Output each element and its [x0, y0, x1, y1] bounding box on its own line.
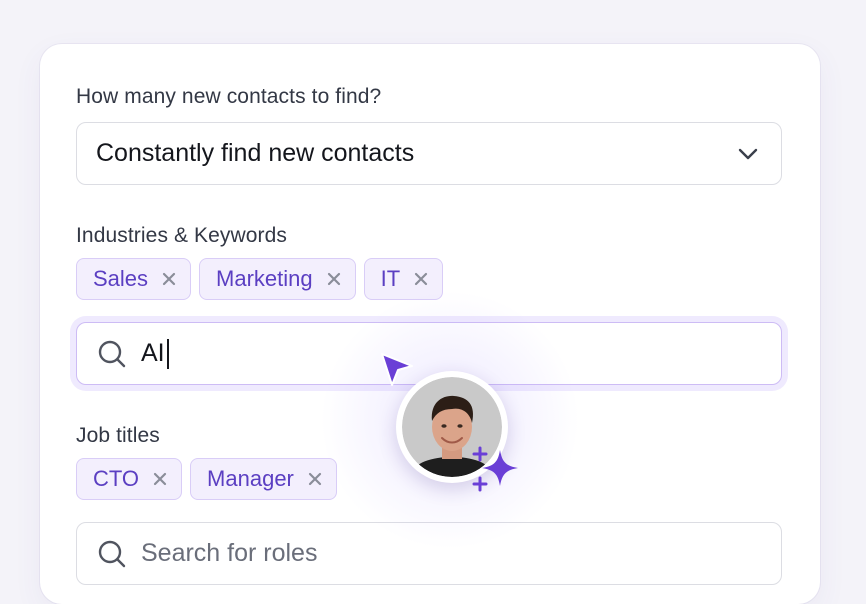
sparkle-icon [472, 446, 518, 492]
close-icon[interactable] [414, 272, 428, 286]
tag-label: CTO [93, 466, 140, 491]
industries-label: Industries & Keywords [76, 224, 288, 247]
contacts-count-select[interactable]: Constantly find new contacts [76, 122, 782, 185]
tag-label: Sales [93, 266, 149, 291]
close-icon[interactable] [153, 472, 167, 486]
contacts-count-select-value: Constantly find new contacts [96, 139, 415, 167]
tag-label: Manager [207, 466, 294, 491]
job-title-tag-list: CTO Manager [76, 458, 337, 500]
search-icon [98, 540, 126, 567]
roles-search-placeholder: Search for roles [141, 539, 318, 567]
contacts-count-label: How many new contacts to find? [76, 85, 382, 108]
search-icon [98, 340, 126, 367]
job-titles-label: Job titles [76, 424, 160, 447]
tag-label: Marketing [216, 266, 313, 291]
close-icon[interactable] [162, 272, 176, 286]
tag-label: IT [380, 266, 401, 291]
industry-tag: Sales [76, 258, 192, 300]
industry-search-value: AI [141, 338, 169, 369]
chevron-down-icon [738, 148, 758, 160]
text-caret [166, 338, 169, 369]
close-icon[interactable] [327, 272, 341, 286]
job-title-tag: CTO [76, 458, 183, 500]
